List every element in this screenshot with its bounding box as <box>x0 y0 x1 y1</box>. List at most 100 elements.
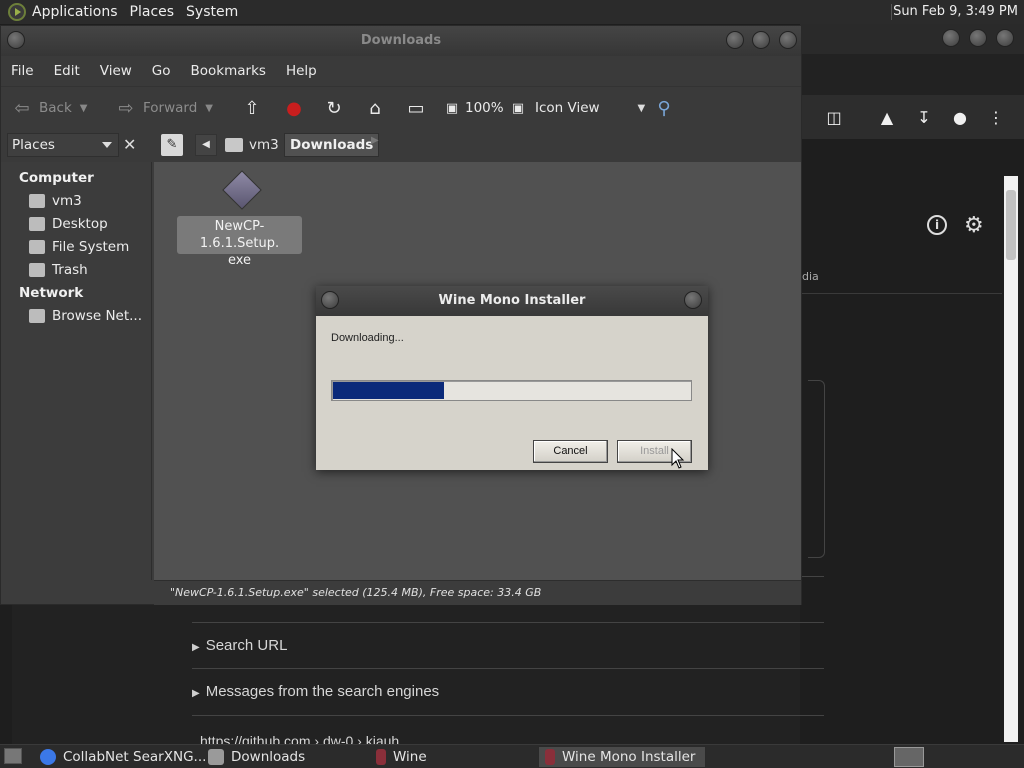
toolbar: ⇦ Back ▼ ⇨ Forward ▼ ⇧ ● ↻ ⌂ ▭ ▣ 100% ▣ … <box>1 86 801 128</box>
progress-fill <box>333 382 444 399</box>
chevron-down-icon <box>102 142 112 148</box>
menu-bookmarks[interactable]: Bookmarks <box>181 63 276 79</box>
system-menu[interactable]: System <box>180 4 244 20</box>
sidebar-item-file-system[interactable]: File System <box>29 239 129 255</box>
up-button[interactable]: ⇧ <box>241 95 269 121</box>
crumb-scroll-right-icon[interactable]: ▶ <box>371 135 379 146</box>
download-progress-bar <box>331 380 692 401</box>
minimize-button[interactable] <box>726 31 744 49</box>
profile-icon[interactable]: ● <box>950 108 970 128</box>
browser-scrollbar-thumb[interactable] <box>1006 190 1016 260</box>
sidebar-item-desktop[interactable]: Desktop <box>29 216 108 232</box>
task-collabnet-searxng[interactable]: CollabNet SearXNG... <box>34 746 212 768</box>
top-panel: Applications Places System Sun Feb 9, 3:… <box>0 0 1024 24</box>
zoom-level[interactable]: 100% <box>465 95 504 121</box>
breadcrumb-vm3[interactable]: vm3 <box>221 134 283 156</box>
distro-logo-icon[interactable] <box>8 3 26 21</box>
browser-minimize-button[interactable] <box>942 29 960 47</box>
zoom-in-icon: ▣ <box>511 100 525 116</box>
forward-history-dropdown-icon[interactable]: ▼ <box>205 103 213 114</box>
sidebar-heading-computer: Computer <box>19 170 94 186</box>
view-mode-select[interactable]: Icon View ▼ <box>535 95 645 121</box>
tab-divider <box>800 293 1002 294</box>
browser-close-button[interactable] <box>996 29 1014 47</box>
media-tab-fragment[interactable]: dia <box>802 270 819 283</box>
task-wine[interactable]: Wine <box>370 746 433 768</box>
file-name-label[interactable]: NewCP-1.6.1.Setup. exe <box>177 216 302 268</box>
forward-arrow-icon: ⇨ <box>118 97 134 119</box>
zoom-out-icon: ▣ <box>445 100 459 116</box>
home-folder-icon <box>225 138 243 152</box>
breadcrumb-downloads[interactable]: Downloads <box>284 133 380 157</box>
view-mode-dropdown-icon: ▼ <box>637 102 646 114</box>
up-arrow-icon: ⇧ <box>244 97 260 119</box>
expand-triangle-icon: ▶ <box>192 688 200 699</box>
cancel-button[interactable]: Cancel <box>533 440 608 463</box>
computer-icon: ▭ <box>407 97 425 119</box>
window-menu-button[interactable] <box>7 31 25 49</box>
applications-menu[interactable]: Applications <box>26 4 124 20</box>
maximize-button[interactable] <box>752 31 770 49</box>
workspace-switcher[interactable] <box>894 747 924 767</box>
menu-help[interactable]: Help <box>276 63 327 79</box>
search-button[interactable]: ⚲ <box>653 95 681 121</box>
clock[interactable]: Sun Feb 9, 3:49 PM <box>893 4 1018 19</box>
places-menu[interactable]: Places <box>124 4 181 20</box>
home-folder-icon <box>29 194 45 208</box>
download-icon[interactable]: ↧ <box>914 108 934 128</box>
engine-messages-row[interactable]: ▶ Messages from the search engines <box>192 683 439 700</box>
edit-location-icon[interactable]: ✎ <box>161 134 183 156</box>
extensions-icon[interactable]: ◫ <box>824 108 844 128</box>
dialog-menu-button[interactable] <box>321 291 339 309</box>
menubar: File Edit View Go Bookmarks Help <box>1 56 801 86</box>
places-sidebar: Computer vm3 Desktop File System Trash N… <box>1 162 152 580</box>
show-desktop-icon[interactable] <box>4 748 22 764</box>
browser-scrollbar[interactable] <box>1004 176 1018 742</box>
divider <box>192 715 824 716</box>
task-wine-mono-installer[interactable]: Wine Mono Installer <box>538 746 706 768</box>
menu-view[interactable]: View <box>90 63 142 79</box>
wine-glass-icon <box>545 749 555 765</box>
menu-edit[interactable]: Edit <box>44 63 90 79</box>
back-button[interactable]: ⇦ Back ▼ <box>11 95 87 121</box>
menu-file[interactable]: File <box>1 63 44 79</box>
close-sidebar-icon[interactable]: ✕ <box>123 135 136 154</box>
wine-glass-icon <box>376 749 386 765</box>
home-folder-icon: ⌂ <box>369 97 381 119</box>
search-url-row[interactable]: ▶ Search URL <box>192 637 287 654</box>
back-history-dropdown-icon[interactable]: ▼ <box>80 103 88 114</box>
divider <box>192 622 824 623</box>
sidebar-type-select[interactable]: Places <box>7 133 119 157</box>
reload-button[interactable]: ↻ <box>323 95 351 121</box>
info-icon[interactable]: i <box>927 215 947 235</box>
browser-icon <box>40 749 56 765</box>
labs-flask-icon[interactable]: ▲ <box>877 108 897 128</box>
result-card-edge <box>808 380 825 558</box>
crumb-scroll-left-icon[interactable]: ◀ <box>195 134 217 156</box>
exe-file-icon[interactable] <box>222 170 262 210</box>
reload-icon: ↻ <box>326 97 342 119</box>
sidebar-item-trash[interactable]: Trash <box>29 262 88 278</box>
forward-button[interactable]: ⇨ Forward ▼ <box>115 95 213 121</box>
dialog-close-button[interactable] <box>684 291 702 309</box>
close-button[interactable] <box>779 31 797 49</box>
computer-button[interactable]: ▭ <box>405 95 433 121</box>
task-downloads[interactable]: Downloads <box>202 746 311 768</box>
sidebar-item-vm3[interactable]: vm3 <box>29 193 82 209</box>
zoom-in-button[interactable]: ▣ <box>507 95 535 121</box>
wine-mono-installer-dialog: Wine Mono Installer Downloading... Cance… <box>316 286 708 470</box>
settings-gear-icon[interactable]: ⚙ <box>964 213 984 238</box>
browser-titlebar <box>800 24 1024 54</box>
panel-divider <box>891 4 892 20</box>
network-icon <box>29 309 45 323</box>
stop-button[interactable]: ● <box>283 95 311 121</box>
home-button[interactable]: ⌂ <box>364 95 392 121</box>
browser-menu-icon[interactable]: ⋮ <box>986 108 1006 128</box>
dialog-body: Downloading... Cancel Install <box>316 316 708 470</box>
back-arrow-icon: ⇦ <box>14 97 30 119</box>
sidebar-item-browse-network[interactable]: Browse Net... <box>29 308 142 324</box>
location-bar: Places ✕ ✎ ◀ vm3 Downloads ▶ <box>1 128 801 162</box>
browser-maximize-button[interactable] <box>969 29 987 47</box>
window-title: Downloads <box>1 26 801 56</box>
menu-go[interactable]: Go <box>142 63 181 79</box>
